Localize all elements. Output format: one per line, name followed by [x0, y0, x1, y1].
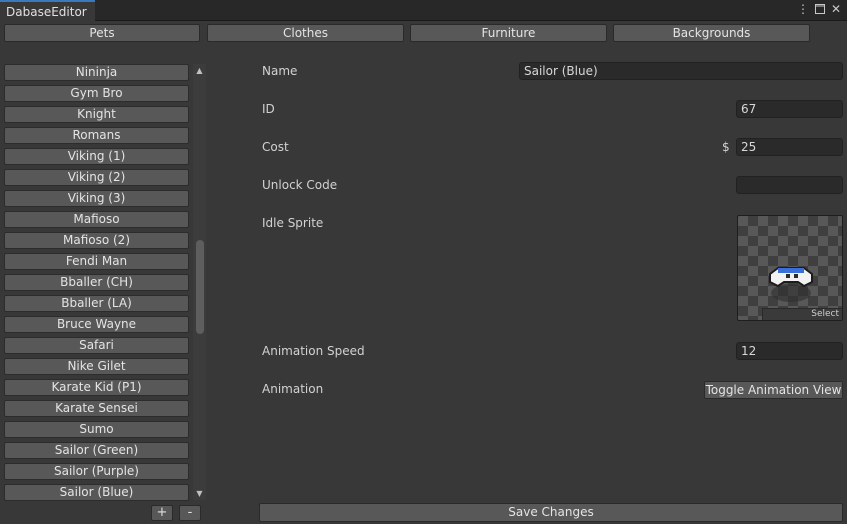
- list-item[interactable]: Nininja: [4, 64, 189, 81]
- remove-item-button[interactable]: -: [179, 505, 201, 521]
- list-item[interactable]: Mafioso (2): [4, 232, 189, 249]
- animation-speed-field[interactable]: 12: [736, 342, 843, 360]
- list-item[interactable]: Mafioso: [4, 211, 189, 228]
- add-item-button[interactable]: +: [151, 505, 173, 521]
- id-label: ID: [262, 102, 275, 116]
- scroll-down-icon[interactable]: ▼: [193, 489, 206, 498]
- unlock-code-field[interactable]: [736, 176, 843, 194]
- list-item[interactable]: Gym Bro: [4, 85, 189, 102]
- category-furniture-button[interactable]: Furniture: [410, 24, 607, 42]
- list-item[interactable]: Sailor (Blue): [4, 484, 189, 501]
- animation-speed-label: Animation Speed: [262, 344, 365, 358]
- sprite-preview-icon: [769, 267, 813, 302]
- list-item[interactable]: Sumo: [4, 421, 189, 438]
- category-pets-button[interactable]: Pets: [4, 24, 200, 42]
- kebab-menu-icon[interactable]: ⋮: [796, 2, 810, 16]
- title-bar: DabaseEditor ⋮ ✕: [0, 0, 847, 21]
- currency-symbol: $: [722, 140, 730, 154]
- list-item[interactable]: Bruce Wayne: [4, 316, 189, 333]
- list-item[interactable]: Karate Sensei: [4, 400, 189, 417]
- maximize-icon[interactable]: [813, 2, 827, 17]
- sprite-select-button[interactable]: Select: [762, 308, 842, 320]
- id-field[interactable]: 67: [736, 100, 843, 118]
- list-item[interactable]: Safari: [4, 337, 189, 354]
- list-item[interactable]: Bballer (CH): [4, 274, 189, 291]
- cost-field[interactable]: 25: [736, 138, 843, 156]
- idle-sprite-picker[interactable]: Select: [737, 215, 843, 321]
- list-item[interactable]: Sailor (Purple): [4, 463, 189, 480]
- list-item[interactable]: Viking (2): [4, 169, 189, 186]
- category-clothes-button[interactable]: Clothes: [207, 24, 404, 42]
- list-item[interactable]: Bballer (LA): [4, 295, 189, 312]
- list-item[interactable]: Nike Gilet: [4, 358, 189, 375]
- list-item[interactable]: Fendi Man: [4, 253, 189, 270]
- save-changes-button[interactable]: Save Changes: [259, 503, 843, 522]
- list-item[interactable]: Romans: [4, 127, 189, 144]
- name-field[interactable]: Sailor (Blue): [519, 62, 843, 80]
- close-icon[interactable]: ✕: [829, 2, 843, 16]
- category-backgrounds-button[interactable]: Backgrounds: [613, 24, 810, 42]
- editor-tab[interactable]: DabaseEditor: [0, 0, 95, 21]
- list-item[interactable]: Knight: [4, 106, 189, 123]
- list-scroll-thumb[interactable]: [196, 240, 204, 334]
- list-item[interactable]: Sailor (Green): [4, 442, 189, 459]
- scroll-up-icon[interactable]: ▲: [193, 66, 206, 75]
- cost-label: Cost: [262, 140, 289, 154]
- list-item[interactable]: Viking (3): [4, 190, 189, 207]
- list-item[interactable]: Viking (1): [4, 148, 189, 165]
- animation-label: Animation: [262, 382, 324, 396]
- idle-sprite-label: Idle Sprite: [262, 216, 324, 230]
- unlock-code-label: Unlock Code: [262, 178, 338, 192]
- list-item[interactable]: Karate Kid (P1): [4, 379, 189, 396]
- toggle-animation-view-button[interactable]: Toggle Animation View: [704, 381, 843, 399]
- name-label: Name: [262, 64, 298, 78]
